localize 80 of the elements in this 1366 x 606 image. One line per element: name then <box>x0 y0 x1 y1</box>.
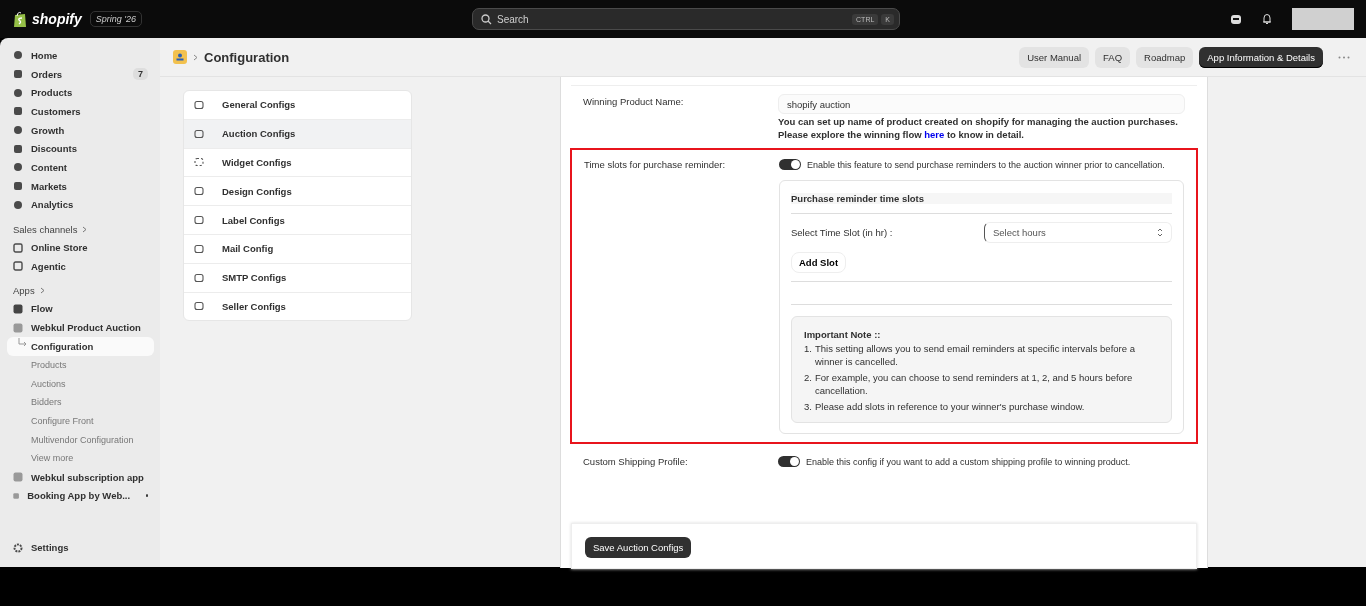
subnav-item[interactable]: Auctions <box>7 374 154 393</box>
edition-badge: Spring '26 <box>89 11 143 27</box>
header-button[interactable]: User Manual <box>1019 46 1090 68</box>
subnav-item[interactable]: Configure Front <box>7 411 154 431</box>
note-text: This setting allows you to send email reminders at specific intervals before a winner is cancelled. <box>814 342 1136 368</box>
note-title: Important Note :: <box>804 329 882 340</box>
add-slot-button[interactable]: Add Slot <box>791 252 847 273</box>
toggle-switch[interactable] <box>778 456 800 467</box>
config-menu-item[interactable]: Mail Config <box>184 234 411 263</box>
config-menu-item[interactable]: Design Configs <box>184 176 411 206</box>
subnav-item[interactable]: View more <box>7 449 154 468</box>
page-title: Configuration <box>204 49 290 65</box>
config-menu-item[interactable]: General Configs <box>184 91 411 119</box>
nav-item[interactable]: Agentic <box>7 256 154 276</box>
branch-arrow-icon <box>18 337 27 348</box>
list-number: 1. <box>804 342 812 356</box>
section-heading[interactable]: Apps <box>7 281 154 300</box>
header-button[interactable]: FAQ <box>1095 46 1131 68</box>
nav-item[interactable]: Content <box>7 158 154 177</box>
app-icon <box>13 490 20 501</box>
toggle-description: Enable this config if you want to add a custom shipping profile to winning product. <box>806 456 1131 467</box>
card-title: Purchase reminder time slots <box>791 192 1172 214</box>
settings-icon <box>13 542 23 553</box>
save-button[interactable]: Save Auction Configs <box>585 537 692 558</box>
dashed-square-icon <box>194 157 204 168</box>
brand-name: shopify <box>32 11 82 27</box>
app-icon <box>13 303 23 314</box>
config-menu-item[interactable]: SMTP Configs <box>184 262 411 292</box>
field-label: Time slots for purchase reminder: <box>584 158 727 172</box>
nav-item[interactable]: Growth <box>7 120 154 140</box>
bell-icon[interactable] <box>1261 13 1273 25</box>
subnav-item[interactable]: Configuration <box>7 336 154 356</box>
nav-item[interactable]: Discounts <box>7 139 154 159</box>
note-text: Please add slots in reference to your winner's purchase window. <box>814 400 1085 413</box>
header-button[interactable]: Roadmap <box>1136 46 1194 68</box>
list-number: 2. <box>804 371 812 385</box>
shopping-bag-icon <box>13 10 27 28</box>
here-link[interactable]: here <box>924 129 945 140</box>
field-label: Winning Product Name: <box>583 95 685 109</box>
more-icon[interactable] <box>1338 55 1350 59</box>
help-text: Please explore the winning flow here to know in detail. <box>778 129 1025 140</box>
app-icon <box>13 322 23 333</box>
input-field[interactable]: shopify auction <box>778 94 1185 114</box>
app-icon <box>13 472 23 483</box>
nav-item[interactable]: Analytics <box>7 195 154 215</box>
chevron-right-icon <box>39 287 45 295</box>
subnav-item[interactable]: Multivendor Configuration <box>7 430 154 450</box>
nav-item[interactable]: Orders 7 <box>7 64 154 84</box>
config-menu-item[interactable]: Seller Configs <box>184 291 411 321</box>
app-item[interactable]: Webkul subscription app <box>7 467 154 487</box>
config-menu-item[interactable]: Label Configs <box>184 205 411 234</box>
note-text: For example, you can choose to send reminders at 1, 2, and 5 hours before cancellation. <box>814 371 1134 397</box>
section-heading[interactable]: Sales channels <box>7 220 154 239</box>
chevron-updown-icon <box>1157 228 1163 237</box>
list-number: 3. <box>804 400 812 413</box>
field-label: Custom Shipping Profile: <box>583 455 689 467</box>
nav-item[interactable]: Home <box>7 46 154 65</box>
chevron-right-icon <box>82 225 88 233</box>
app-item[interactable]: Booking App by Web... <box>7 486 154 506</box>
subnav-item[interactable]: Bidders <box>7 393 154 412</box>
settings-item[interactable]: Settings <box>7 538 154 557</box>
count-badge: 7 <box>133 68 148 81</box>
nav-item[interactable]: Online Store <box>7 238 154 257</box>
toggle-description: Enable this feature to send purchase reminders to the auction winner prior to cancellation. <box>807 159 1165 170</box>
hours-select[interactable]: Select hours <box>984 222 1172 243</box>
nav-item[interactable]: Customers <box>7 102 154 121</box>
help-text: You can set up name of product created on shopify for managing the auction purchases. <box>778 116 1179 127</box>
chevron-right-icon <box>193 53 198 61</box>
field-label: Select Time Slot (in hr) : <box>791 227 893 238</box>
app-item[interactable]: Flow <box>7 299 154 319</box>
nav-item[interactable]: Products <box>7 83 154 103</box>
search-icon <box>481 13 492 25</box>
app-icon[interactable] <box>173 50 187 64</box>
config-menu-item[interactable]: Widget Configs <box>184 147 411 177</box>
subnav-item[interactable]: Products <box>7 355 154 375</box>
app-item[interactable]: Webkul Product Auction <box>7 318 154 337</box>
header-button[interactable]: App Information & Details <box>1199 46 1323 68</box>
nav-item[interactable]: Markets <box>7 176 154 196</box>
toggle-switch[interactable] <box>779 159 801 170</box>
config-menu-item[interactable]: Auction Configs <box>184 118 411 148</box>
